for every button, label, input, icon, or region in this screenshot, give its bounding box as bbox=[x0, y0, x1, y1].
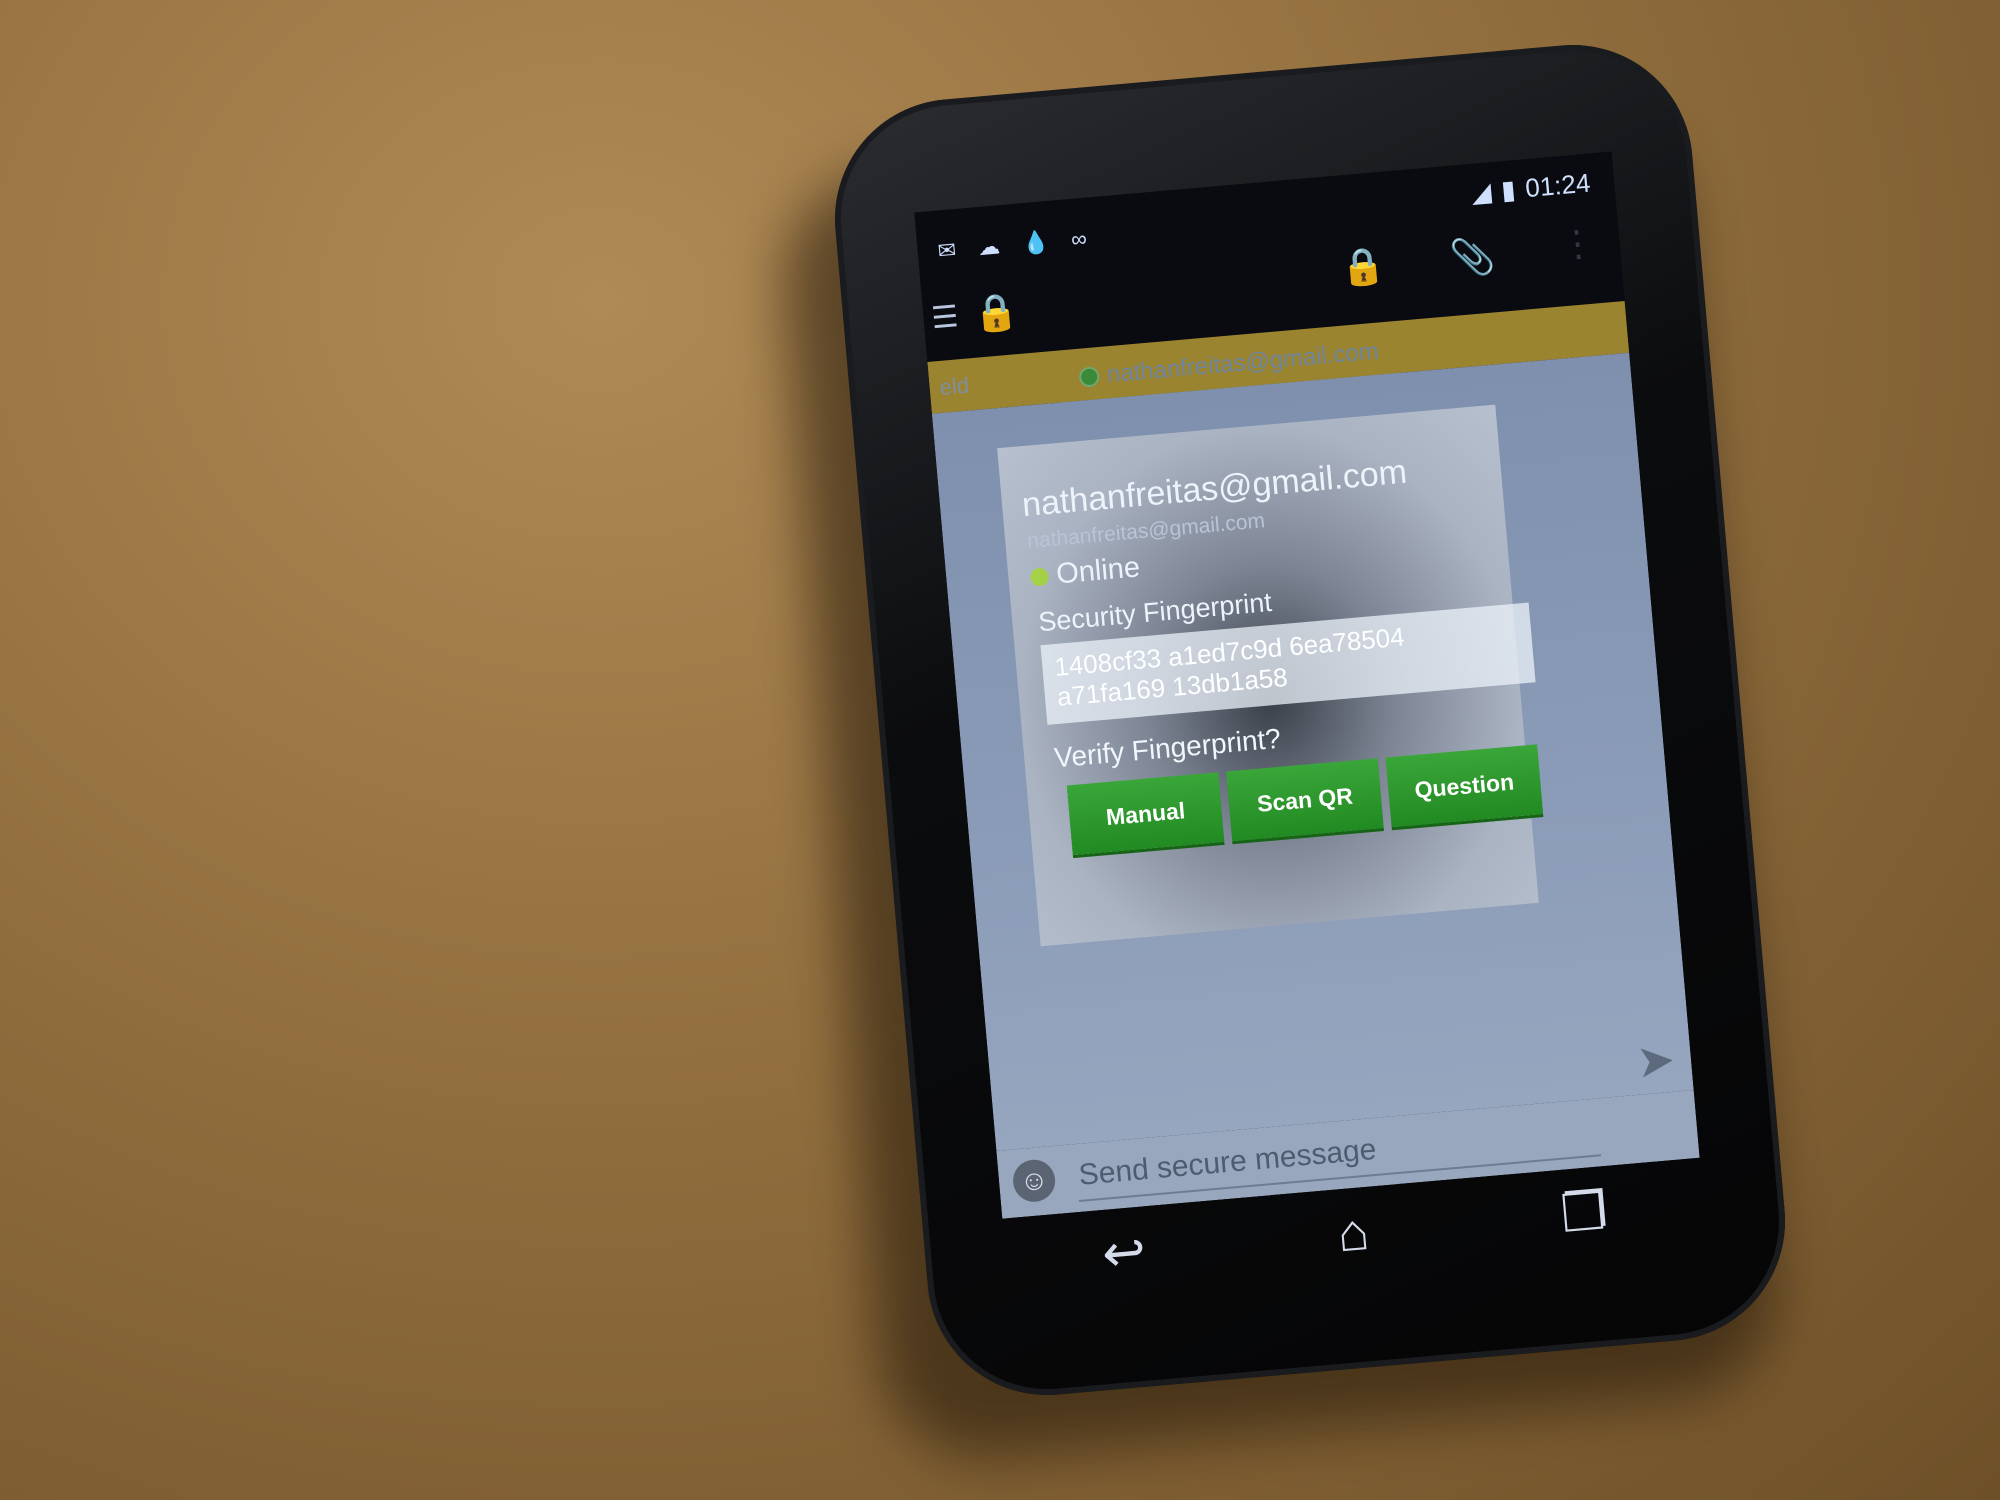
overflow-icon[interactable]: ⋮ bbox=[1558, 221, 1598, 266]
emoji-icon[interactable]: ☺ bbox=[1011, 1158, 1057, 1204]
recents-icon[interactable]: ❐ bbox=[1558, 1181, 1611, 1245]
attach-icon[interactable]: 📎 bbox=[1449, 234, 1497, 280]
notification-icon: ☁ bbox=[976, 233, 1002, 261]
app-lock-icon[interactable]: 🔒 bbox=[972, 290, 1020, 336]
phone: ✉ ☁ 💧 ∞ ◢ ▮ 01:24 ☰ 🔒 🔒 📎 ⋮ eld nathanfr… bbox=[824, 34, 1796, 1406]
presence-dot-icon bbox=[1078, 366, 1101, 388]
mail-icon: ✉ bbox=[936, 237, 958, 264]
battery-icon: ▮ bbox=[1499, 174, 1517, 206]
back-icon[interactable]: ↩ bbox=[1100, 1221, 1149, 1285]
tab-partial[interactable]: eld bbox=[939, 373, 971, 401]
manual-button[interactable]: Manual bbox=[1066, 772, 1225, 856]
presence-label: Online bbox=[1054, 551, 1142, 591]
lock-icon[interactable]: 🔒 bbox=[1339, 244, 1387, 290]
screen: ✉ ☁ 💧 ∞ ◢ ▮ 01:24 ☰ 🔒 🔒 📎 ⋮ eld nathanfr… bbox=[914, 151, 1700, 1219]
question-button[interactable]: Question bbox=[1385, 744, 1544, 828]
presence-status: Online bbox=[1029, 551, 1141, 593]
scan-qr-button[interactable]: Scan QR bbox=[1226, 758, 1384, 842]
clock: 01:24 bbox=[1524, 167, 1592, 204]
menu-icon[interactable]: ☰ bbox=[930, 299, 960, 336]
verify-label: Verify Fingerprint? bbox=[1052, 722, 1283, 774]
voicemail-icon: ∞ bbox=[1069, 225, 1088, 252]
send-icon[interactable]: ➤ bbox=[1634, 1032, 1677, 1089]
home-icon[interactable]: ⌂ bbox=[1335, 1202, 1372, 1265]
signal-icon: ◢ bbox=[1469, 176, 1493, 208]
conversation-area: nathanfreitas@gmail.com nathanfreitas@gm… bbox=[931, 352, 1694, 1151]
drop-icon: 💧 bbox=[1020, 228, 1051, 257]
online-dot-icon bbox=[1029, 566, 1050, 587]
contact-card: nathanfreitas@gmail.com nathanfreitas@gm… bbox=[997, 404, 1544, 947]
